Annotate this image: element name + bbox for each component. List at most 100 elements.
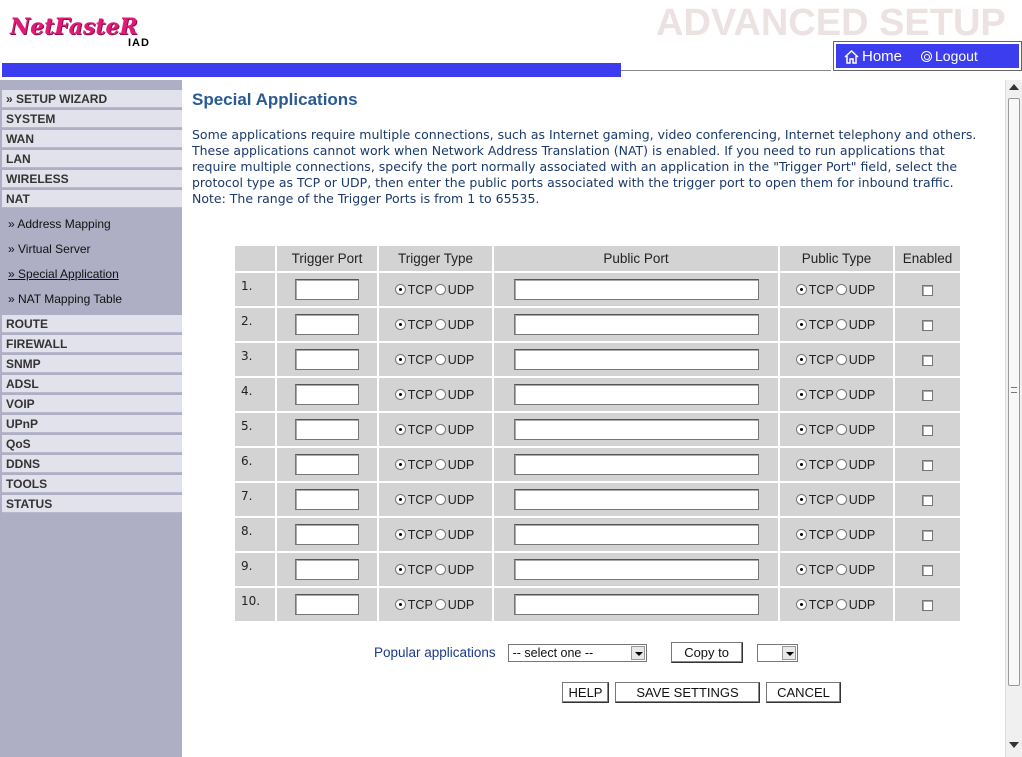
public-port-input[interactable] <box>513 314 759 335</box>
enabled-checkbox[interactable] <box>922 564 933 576</box>
trigger-type-tcp-radio[interactable] <box>394 599 406 611</box>
enabled-checkbox[interactable] <box>922 599 933 611</box>
public-type-tcp-radio[interactable] <box>795 319 807 331</box>
public-type-udp-radio[interactable] <box>835 389 847 401</box>
trigger-port-input[interactable] <box>295 594 359 615</box>
sidebar-item-adsl[interactable]: ADSL <box>2 375 182 393</box>
trigger-port-input[interactable] <box>295 454 359 475</box>
enabled-checkbox[interactable] <box>922 459 933 471</box>
cancel-button[interactable]: CANCEL <box>766 682 841 703</box>
public-type-udp-radio[interactable] <box>835 564 847 576</box>
trigger-type-tcp-radio[interactable] <box>394 284 406 296</box>
public-type-udp-radio[interactable] <box>835 354 847 366</box>
trigger-type-tcp-radio[interactable] <box>394 389 406 401</box>
sidebar-item-wireless[interactable]: WIRELESS <box>2 170 182 188</box>
sidebar-item-snmp[interactable]: SNMP <box>2 355 182 373</box>
trigger-type-udp-radio[interactable] <box>434 284 446 296</box>
public-type-udp-radio[interactable] <box>835 599 847 611</box>
public-type-tcp-radio[interactable] <box>795 564 807 576</box>
public-type-tcp-radio[interactable] <box>795 529 807 541</box>
sidebar-item-nat[interactable]: NAT <box>2 190 182 208</box>
sidebar-item-voip[interactable]: VOIP <box>2 395 182 413</box>
public-port-input[interactable] <box>513 489 759 510</box>
trigger-type-udp-radio[interactable] <box>434 564 446 576</box>
public-type-tcp-radio[interactable] <box>795 459 807 471</box>
trigger-port-input[interactable] <box>295 349 359 370</box>
scrollbar-thumb[interactable] <box>1008 98 1020 686</box>
public-type-tcp-radio[interactable] <box>795 599 807 611</box>
trigger-type-udp-radio[interactable] <box>434 529 446 541</box>
help-button[interactable]: HELP <box>562 682 609 703</box>
public-port-input[interactable] <box>513 524 759 545</box>
trigger-type-tcp-radio[interactable] <box>394 529 406 541</box>
enabled-checkbox[interactable] <box>922 529 933 541</box>
public-port-input[interactable] <box>513 279 759 300</box>
public-type-tcp-radio[interactable] <box>795 494 807 506</box>
trigger-port-input[interactable] <box>295 419 359 440</box>
sidebar-item-system[interactable]: SYSTEM <box>2 110 182 128</box>
scroll-up-arrow-icon[interactable] <box>1009 84 1019 90</box>
trigger-type-tcp-radio[interactable] <box>394 494 406 506</box>
sidebar-item-address-mapping[interactable]: » Address Mapping <box>2 212 182 236</box>
public-type-udp-radio[interactable] <box>835 424 847 436</box>
trigger-port-input[interactable] <box>295 384 359 405</box>
trigger-port-input[interactable] <box>295 314 359 335</box>
public-type-udp-radio[interactable] <box>835 284 847 296</box>
public-port-input[interactable] <box>513 454 759 475</box>
sidebar-item-upnp[interactable]: UPnP <box>2 415 182 433</box>
sidebar-item-setup-wizard[interactable]: » SETUP WIZARD <box>2 90 182 108</box>
public-port-input[interactable] <box>513 384 759 405</box>
trigger-type-tcp-radio[interactable] <box>394 424 406 436</box>
public-port-input[interactable] <box>513 559 759 580</box>
trigger-port-input[interactable] <box>295 524 359 545</box>
trigger-type-udp-radio[interactable] <box>434 494 446 506</box>
trigger-type-udp-radio[interactable] <box>434 459 446 471</box>
enabled-checkbox[interactable] <box>922 354 933 366</box>
save-settings-button[interactable]: SAVE SETTINGS <box>615 682 760 703</box>
trigger-type-tcp-radio[interactable] <box>394 459 406 471</box>
enabled-checkbox[interactable] <box>922 389 933 401</box>
enabled-checkbox[interactable] <box>922 284 933 296</box>
home-link[interactable]: Home <box>844 48 902 65</box>
trigger-type-udp-radio[interactable] <box>434 354 446 366</box>
sidebar-item-wan[interactable]: WAN <box>2 130 182 148</box>
copy-to-button[interactable]: Copy to <box>670 642 743 663</box>
public-type-udp-radio[interactable] <box>835 459 847 471</box>
public-type-udp-radio[interactable] <box>835 494 847 506</box>
trigger-type-tcp-radio[interactable] <box>394 354 406 366</box>
sidebar-item-special-application[interactable]: » Special Application <box>2 262 182 286</box>
public-type-tcp-radio[interactable] <box>795 389 807 401</box>
trigger-type-tcp-radio[interactable] <box>394 319 406 331</box>
public-port-input[interactable] <box>513 594 759 615</box>
trigger-type-udp-radio[interactable] <box>434 599 446 611</box>
enabled-checkbox[interactable] <box>922 319 933 331</box>
trigger-port-input[interactable] <box>295 489 359 510</box>
public-type-udp-radio[interactable] <box>835 529 847 541</box>
sidebar-item-lan[interactable]: LAN <box>2 150 182 168</box>
trigger-port-input[interactable] <box>295 559 359 580</box>
public-type-udp-radio[interactable] <box>835 319 847 331</box>
trigger-type-udp-radio[interactable] <box>434 319 446 331</box>
trigger-type-udp-radio[interactable] <box>434 424 446 436</box>
sidebar-item-route[interactable]: ROUTE <box>2 315 182 333</box>
copy-to-row-select[interactable] <box>756 643 798 662</box>
sidebar-item-ddns[interactable]: DDNS <box>2 455 182 473</box>
sidebar-item-firewall[interactable]: FIREWALL <box>2 335 182 353</box>
sidebar-item-tools[interactable]: TOOLS <box>2 475 182 493</box>
popular-applications-select[interactable]: -- select one -- <box>507 643 647 662</box>
sidebar-item-status[interactable]: STATUS <box>2 495 182 513</box>
public-port-input[interactable] <box>513 419 759 440</box>
public-type-tcp-radio[interactable] <box>795 284 807 296</box>
trigger-type-udp-radio[interactable] <box>434 389 446 401</box>
sidebar-item-qos[interactable]: QoS <box>2 435 182 453</box>
public-port-input[interactable] <box>513 349 759 370</box>
scroll-down-arrow-icon[interactable] <box>1009 742 1019 748</box>
enabled-checkbox[interactable] <box>922 424 933 436</box>
sidebar-item-nat-mapping-table[interactable]: » NAT Mapping Table <box>2 287 182 311</box>
trigger-port-input[interactable] <box>295 279 359 300</box>
enabled-checkbox[interactable] <box>922 494 933 506</box>
sidebar-item-virtual-server[interactable]: » Virtual Server <box>2 237 182 261</box>
vertical-scrollbar[interactable] <box>1005 80 1022 757</box>
trigger-type-tcp-radio[interactable] <box>394 564 406 576</box>
logout-link[interactable]: Logout <box>921 48 978 64</box>
